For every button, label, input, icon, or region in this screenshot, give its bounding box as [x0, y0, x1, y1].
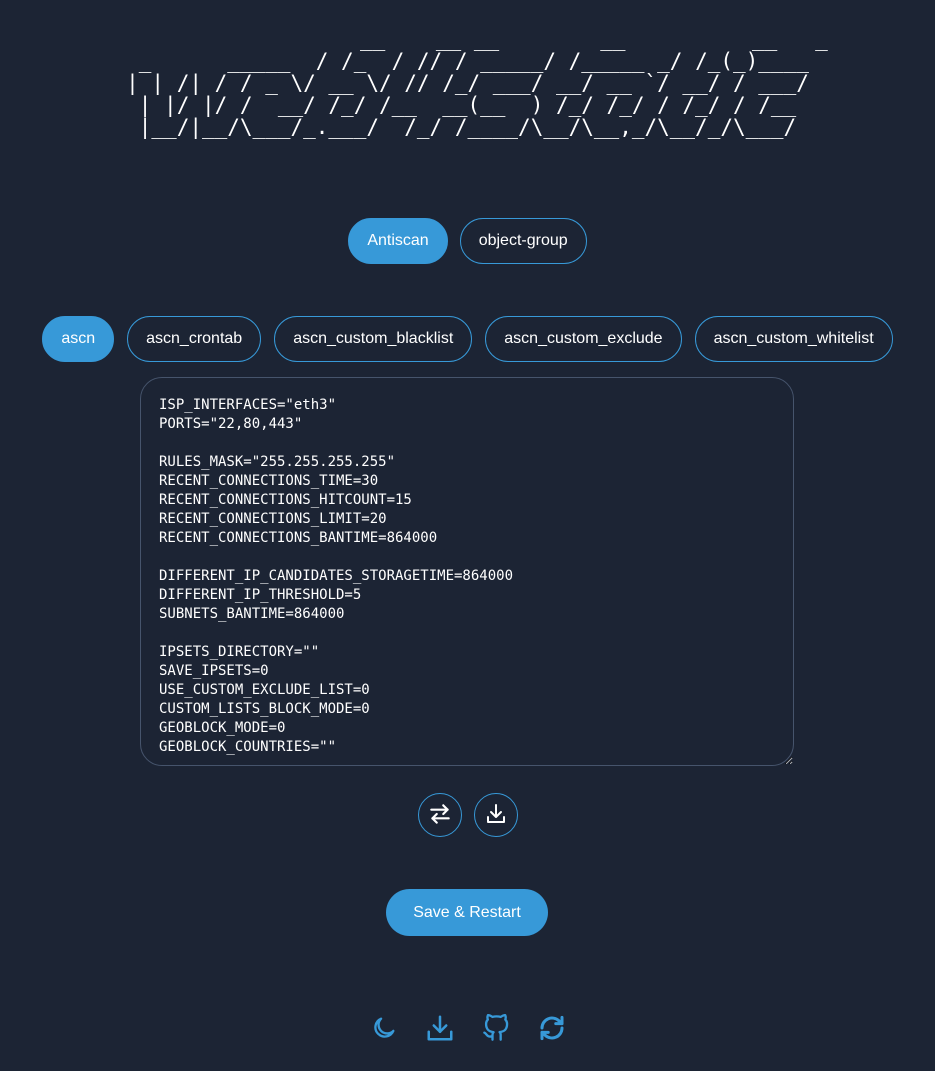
swap-arrows-icon	[427, 801, 453, 830]
file-tab-ascn[interactable]: ascn	[42, 316, 115, 362]
download-file-button[interactable]	[473, 793, 518, 837]
moon-icon[interactable]	[369, 1012, 399, 1044]
file-tab-ascn-crontab[interactable]: ascn_crontab	[127, 316, 262, 362]
save-restart-button[interactable]: Save & Restart	[386, 889, 548, 936]
ascii-logo: __ __ __ __ __ _ _ _____ / /_ / // / ___…	[126, 27, 828, 139]
file-tab-ascn-custom-exclude[interactable]: ascn_custom_exclude	[485, 316, 682, 362]
file-tab-ascn-custom-whitelist[interactable]: ascn_custom_whitelist	[694, 316, 893, 362]
file-tab-ascn-custom-blacklist[interactable]: ascn_custom_blacklist	[274, 316, 473, 362]
download-icon[interactable]	[425, 1012, 455, 1044]
download-icon	[484, 802, 508, 829]
github-icon[interactable]	[481, 1012, 511, 1044]
editor-actions	[0, 793, 935, 837]
swap-button[interactable]	[417, 793, 462, 837]
file-tabs: ascn ascn_crontab ascn_custom_blacklist …	[0, 316, 935, 362]
config-editor[interactable]	[140, 377, 794, 766]
tab-antiscan[interactable]: Antiscan	[348, 218, 448, 264]
tab-object-group[interactable]: object-group	[459, 218, 587, 264]
footer-icons	[0, 1012, 935, 1044]
app-tabs: Antiscan object-group	[0, 218, 935, 264]
refresh-icon[interactable]	[537, 1012, 567, 1044]
